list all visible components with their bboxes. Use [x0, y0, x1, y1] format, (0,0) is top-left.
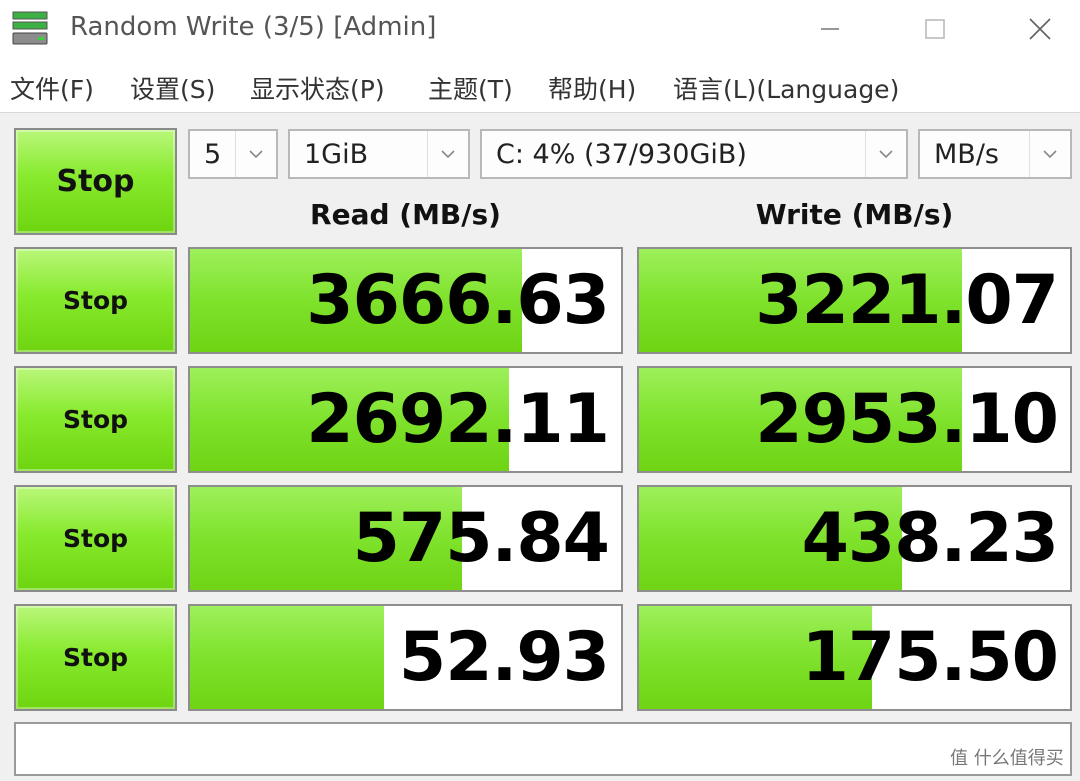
maximize-button[interactable]	[895, 0, 975, 58]
chevron-down-icon	[1029, 131, 1070, 177]
row-4-write-value: 175.50	[801, 618, 1059, 697]
maximize-icon	[925, 19, 945, 39]
row-2-write-meter: 2953.10	[637, 366, 1072, 473]
read-column-header: Read (MB/s)	[310, 198, 501, 231]
comment-field[interactable]	[14, 722, 1072, 776]
row-2-write-value: 2953.10	[755, 380, 1059, 459]
row-3-write-meter: 438.23	[637, 485, 1072, 592]
test-count-select[interactable]: 5	[188, 129, 278, 179]
title-bar: Random Write (3/5) [Admin]	[0, 0, 1080, 58]
row-2-read-meter: 2692.11	[188, 366, 623, 473]
row-1-read-value: 3666.63	[306, 261, 610, 340]
minimize-icon	[821, 28, 839, 30]
menu-file[interactable]: 文件(F)	[10, 70, 94, 106]
row-3-read-meter: 575.84	[188, 485, 623, 592]
chevron-down-icon	[865, 131, 906, 177]
drive-value: C: 4% (37/930GiB)	[496, 139, 747, 170]
watermark: 值 什么值得买	[950, 748, 1064, 769]
chevron-down-icon	[427, 131, 468, 177]
row-1-write-meter: 3221.07	[637, 247, 1072, 354]
menu-bar: 文件(F) 设置(S) 显示状态(P) 主题(T) 帮助(H) 语言(L)(La…	[0, 58, 1080, 113]
app-disk-icon	[12, 11, 48, 45]
row-4-read-bar	[190, 606, 384, 709]
row-3-read-value: 575.84	[352, 499, 610, 578]
menu-settings[interactable]: 设置(S)	[130, 70, 215, 106]
write-column-header: Write (MB/s)	[755, 198, 954, 231]
row-3-stop-button[interactable]: Stop	[14, 485, 177, 592]
row-2-read-value: 2692.11	[306, 380, 610, 459]
close-icon	[1029, 18, 1051, 40]
menu-language[interactable]: 语言(L)(Language)	[673, 70, 899, 106]
menu-theme[interactable]: 主题(T)	[428, 70, 513, 106]
test-size-select[interactable]: 1GiB	[288, 129, 470, 179]
window-title: Random Write (3/5) [Admin]	[70, 12, 437, 42]
row-2-stop-button[interactable]: Stop	[14, 366, 177, 473]
menu-display-status[interactable]: 显示状态(P)	[250, 70, 385, 106]
test-count-value: 5	[204, 139, 222, 170]
row-3-write-value: 438.23	[801, 499, 1059, 578]
row-4-stop-button[interactable]: Stop	[14, 604, 177, 711]
row-1-stop-button[interactable]: Stop	[14, 247, 177, 354]
test-size-value: 1GiB	[304, 139, 369, 170]
unit-value: MB/s	[934, 139, 999, 170]
row-4-read-value: 52.93	[398, 618, 610, 697]
minimize-button[interactable]	[790, 0, 870, 58]
row-4-write-meter: 175.50	[637, 604, 1072, 711]
row-1-write-value: 3221.07	[755, 261, 1059, 340]
stop-all-button[interactable]: Stop	[14, 128, 177, 235]
menu-help[interactable]: 帮助(H)	[548, 70, 636, 106]
close-button[interactable]	[1000, 0, 1080, 58]
unit-select[interactable]: MB/s	[918, 129, 1072, 179]
drive-select[interactable]: C: 4% (37/930GiB)	[480, 129, 908, 179]
row-1-read-meter: 3666.63	[188, 247, 623, 354]
row-4-read-meter: 52.93	[188, 604, 623, 711]
chevron-down-icon	[235, 131, 276, 177]
